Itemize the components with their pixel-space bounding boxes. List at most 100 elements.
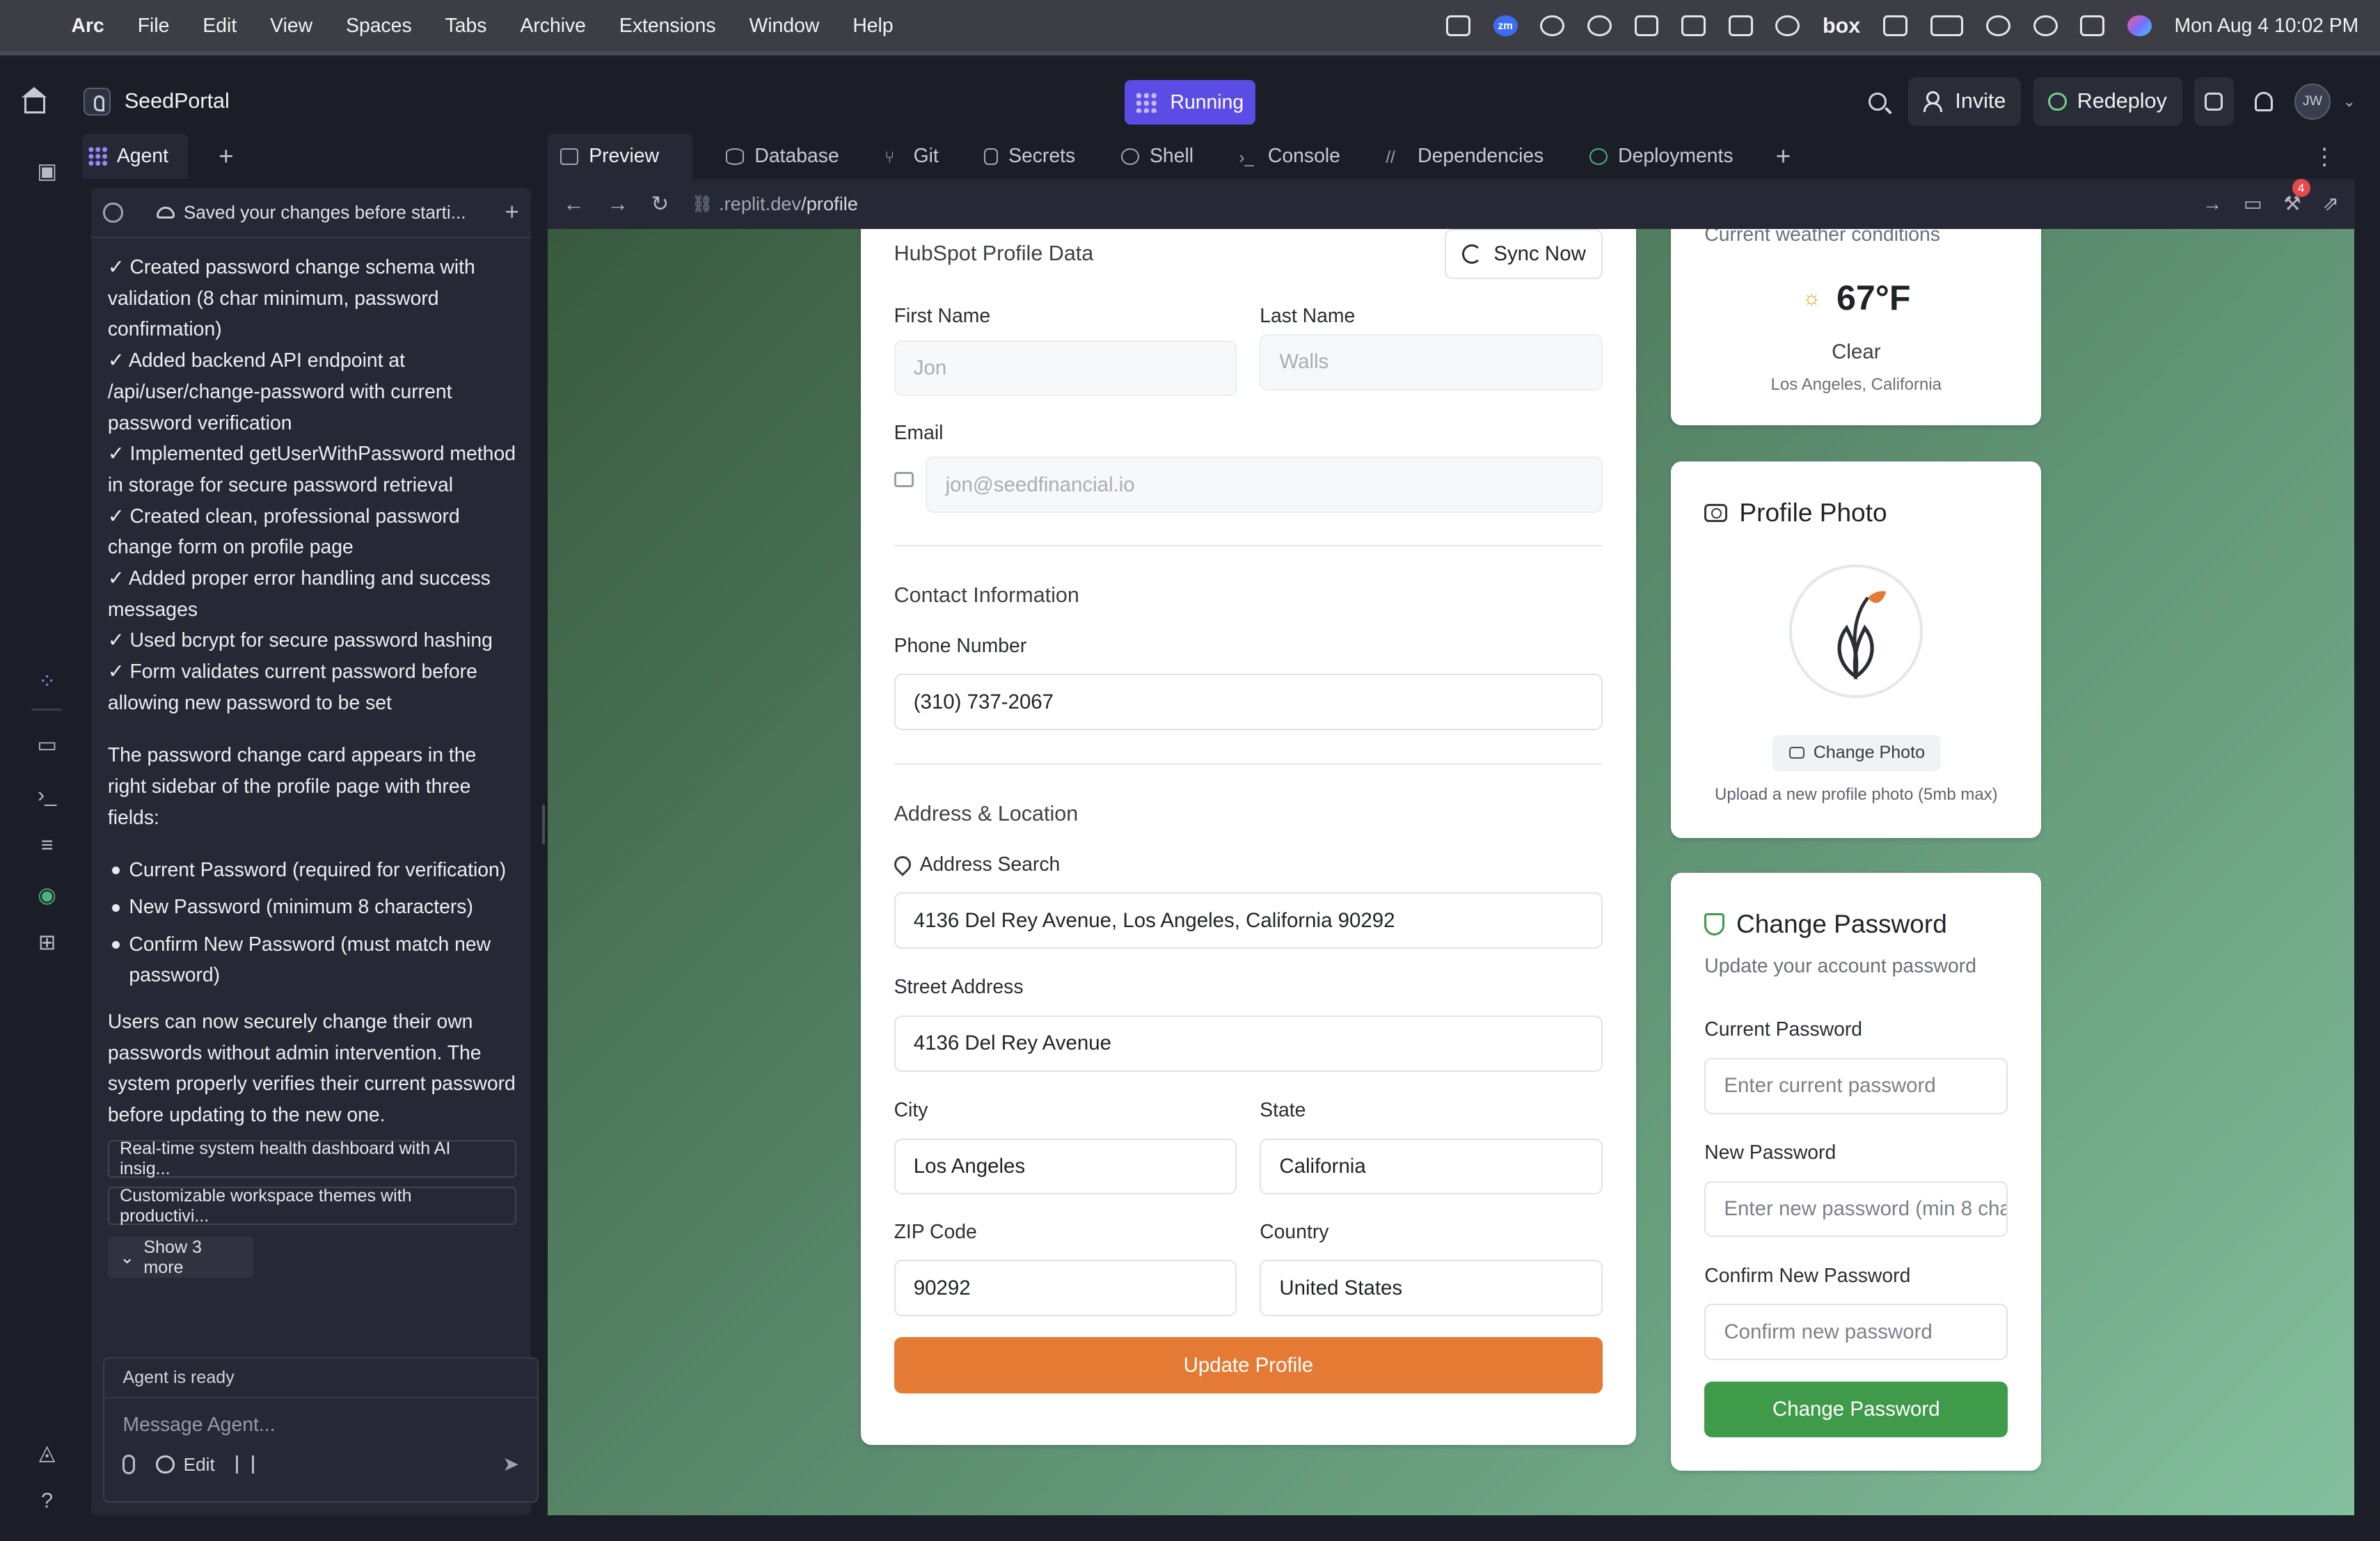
search-button[interactable] (1859, 77, 1896, 126)
new-tab-plus-icon[interactable]: + (219, 141, 234, 171)
invite-button[interactable]: Invite (1907, 77, 2022, 126)
repl-name[interactable]: SeedPortal (125, 89, 230, 113)
current-password-input[interactable]: Enter current password (1704, 1058, 2008, 1114)
new-password-input[interactable]: Enter new password (min 8 chars) (1704, 1180, 2008, 1238)
agent-rail-icon[interactable]: ⁘ (18, 663, 76, 700)
tab-agent[interactable]: Agent (81, 133, 189, 180)
all-tools-icon[interactable]: ⊞ (18, 924, 76, 961)
tab-console[interactable]: ›_ Console (1227, 134, 1352, 179)
checkpoint-text[interactable]: Saved your changes before starti... (184, 202, 466, 223)
edit-mode-button[interactable]: Edit (156, 1454, 215, 1476)
drive-icon[interactable] (1446, 15, 1471, 37)
city-field[interactable]: Los Angeles (894, 1138, 1237, 1195)
tab-git[interactable]: ⑂ Git (873, 134, 951, 179)
alerts-rail-icon[interactable]: ◬ (18, 1435, 76, 1471)
email-field[interactable]: jon@seedfinancial.io (926, 457, 1603, 514)
database-rail-icon[interactable]: ≡ (18, 827, 76, 863)
run-status-button[interactable]: Running (1125, 80, 1255, 125)
preview-rail-icon[interactable]: ▭ (18, 727, 76, 764)
devices-icon[interactable]: ▭ (2244, 192, 2262, 216)
send-icon[interactable]: ➤ (502, 1453, 519, 1476)
settings-sliders-icon[interactable] (236, 1455, 255, 1474)
change-password-button[interactable]: Change Password (1704, 1381, 2008, 1438)
notion-icon[interactable] (1634, 15, 1659, 37)
claude-icon[interactable] (1540, 15, 1565, 37)
new-chat-plus-icon[interactable]: + (505, 198, 519, 226)
suggestion-chip[interactable]: Customizable workspace themes with produ… (107, 1186, 516, 1226)
more-options-icon[interactable]: ⋮ (2313, 143, 2336, 170)
first-name-field[interactable]: Jon (894, 340, 1237, 397)
history-icon[interactable] (103, 203, 123, 223)
change-photo-button[interactable]: Change Photo (1772, 734, 1942, 771)
reload-icon[interactable]: ↻ (651, 192, 669, 216)
wifi-icon[interactable] (1986, 15, 2011, 37)
preview-url[interactable]: .replit.dev/profile (719, 193, 858, 215)
menu-file[interactable]: File (138, 15, 170, 38)
menu-edit[interactable]: Edit (203, 15, 237, 38)
message-paragraph: Users can now securely change their own … (107, 1010, 516, 1126)
tab-deployments[interactable]: Deployments (1577, 134, 1745, 179)
mail-icon[interactable] (1728, 15, 1753, 37)
zoom-icon[interactable]: zm (1493, 15, 1518, 37)
show-more-button[interactable]: ⌄ Show 3 more (107, 1237, 254, 1279)
menu-archive[interactable]: Archive (520, 15, 586, 38)
tab-preview[interactable]: Preview (548, 133, 692, 180)
chevron-down-icon[interactable]: ⌄ (2343, 93, 2356, 111)
help-icon[interactable]: ? (18, 1483, 76, 1519)
control-center-icon[interactable] (2080, 15, 2105, 37)
vpn-icon[interactable] (1775, 15, 1800, 37)
tab-database[interactable]: Database (714, 134, 852, 179)
open-new-tab-icon[interactable]: ⇗ (2322, 192, 2339, 216)
country-field[interactable]: United States (1260, 1260, 1603, 1316)
address-section-title: Address & Location (894, 801, 1079, 825)
back-arrow-icon[interactable]: ← (563, 192, 585, 216)
search-icon[interactable] (2033, 15, 2058, 37)
devtools-button[interactable]: ⚒ 4 (2283, 178, 2310, 216)
screens-icon[interactable] (1882, 15, 1907, 37)
agent-grid-icon (1135, 91, 1157, 113)
shell-rail-icon[interactable]: ›_ (18, 777, 76, 813)
workspace-tabs: Preview Database ⑂ Git Secrets Shell ›_ Co… (548, 133, 2354, 180)
files-toggle-icon[interactable]: ▣ (18, 153, 76, 189)
tab-shell[interactable]: Shell (1109, 134, 1205, 179)
menu-view[interactable]: View (270, 15, 312, 38)
address-search-input[interactable]: 4136 Del Rey Avenue, Los Angeles, Califo… (894, 892, 1603, 949)
attach-icon[interactable] (122, 1454, 135, 1475)
profile-photo-title: Profile Photo (1704, 498, 1887, 528)
box-icon[interactable]: box (1823, 14, 1860, 38)
tab-preview-label: Preview (589, 145, 660, 168)
menu-tabs[interactable]: Tabs (445, 15, 487, 38)
home-icon[interactable] (22, 86, 47, 114)
battery-icon[interactable] (1930, 15, 1964, 37)
deployments-rail-icon[interactable]: ◉ (18, 877, 76, 913)
openai-icon[interactable] (1587, 15, 1612, 37)
last-name-field[interactable]: Walls (1260, 333, 1603, 390)
menubar-clock[interactable]: Mon Aug 4 10:02 PM (2175, 15, 2359, 38)
forward-arrow-icon[interactable]: → (607, 192, 628, 216)
sync-now-button[interactable]: Sync Now (1445, 229, 1603, 280)
siri-icon[interactable] (2127, 15, 2152, 37)
phone-field[interactable]: (310) 737-2067 (894, 674, 1603, 731)
zip-field[interactable]: 90292 (894, 1260, 1237, 1316)
notifications-button[interactable] (2246, 77, 2282, 126)
menu-app-name[interactable]: Arc (71, 15, 104, 38)
tab-dependencies[interactable]: // Dependencies (1374, 134, 1556, 179)
redeploy-button[interactable]: Redeploy (2033, 77, 2182, 126)
user-avatar[interactable]: JW (2294, 83, 2331, 120)
deploy-menu-button[interactable] (2193, 77, 2234, 126)
menu-help[interactable]: Help (852, 15, 893, 38)
go-arrow-icon[interactable]: → (2203, 193, 2222, 216)
menu-extensions[interactable]: Extensions (619, 15, 716, 38)
panel-resize-handle[interactable] (541, 804, 545, 844)
sync-icon[interactable] (1681, 15, 1706, 37)
state-field[interactable]: California (1260, 1138, 1603, 1195)
message-agent-input[interactable]: Message Agent... (104, 1398, 537, 1453)
suggestion-chip[interactable]: Real-time system health dashboard with A… (107, 1139, 516, 1178)
add-tab-plus-icon[interactable]: + (1776, 141, 1791, 171)
menu-spaces[interactable]: Spaces (346, 15, 412, 38)
street-field[interactable]: 4136 Del Rey Avenue (894, 1016, 1603, 1072)
tab-secrets[interactable]: Secrets (972, 134, 1088, 179)
update-profile-button[interactable]: Update Profile (894, 1337, 1603, 1394)
confirm-password-input[interactable]: Confirm new password (1704, 1304, 2008, 1361)
menu-window[interactable]: Window (749, 15, 820, 38)
